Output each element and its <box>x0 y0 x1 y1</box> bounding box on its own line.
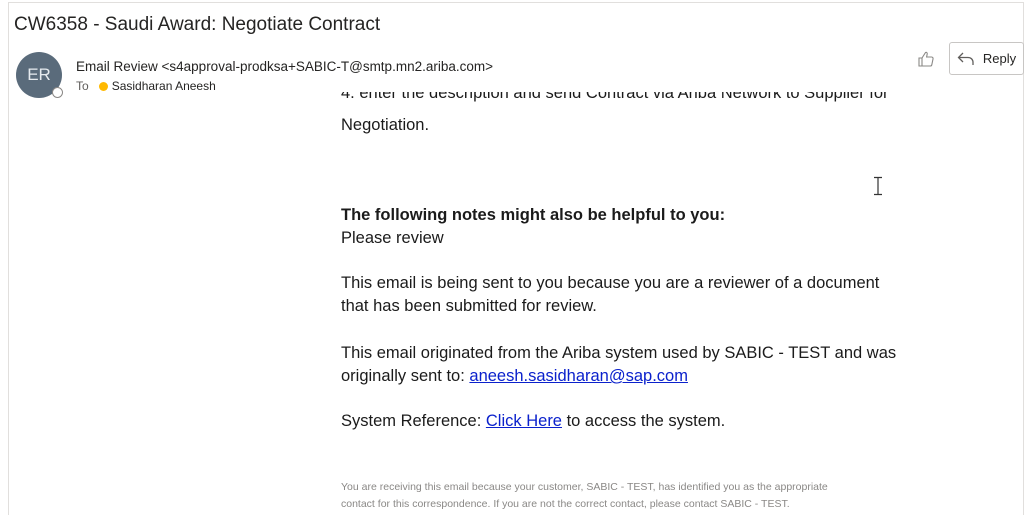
reply-button[interactable]: Reply <box>949 42 1024 75</box>
cut-line-text: 4. enter the description and send Contra… <box>341 92 889 102</box>
reply-arrow-icon <box>957 52 974 65</box>
email-footer: You are receiving this email because you… <box>341 479 828 513</box>
click-here-link[interactable]: Click Here <box>486 412 562 430</box>
notes-heading: The following notes might also be helpfu… <box>341 206 726 224</box>
origin-line-2: originally sent to: aneesh.sasidharan@sa… <box>341 365 688 387</box>
reviewer-line-1: This email is being sent to you because … <box>341 274 880 292</box>
avatar-initials: ER <box>27 65 51 84</box>
please-review-text: Please review <box>341 229 444 247</box>
system-reference-line: System Reference: Click Here to access t… <box>341 410 725 432</box>
email-subject: CW6358 - Saudi Award: Negotiate Contract <box>14 14 381 35</box>
origin-line-1: This email originated from the Ariba sys… <box>341 344 897 362</box>
sysref-prefix: System Reference: <box>341 412 486 430</box>
origin-email-link[interactable]: aneesh.sasidharan@sap.com <box>469 367 688 385</box>
to-label: To <box>76 79 89 93</box>
text-cursor-icon <box>872 176 884 201</box>
reviewer-line-2: that has been submitted for review. <box>341 297 597 315</box>
away-status-icon <box>98 81 108 91</box>
recipient-name[interactable]: Sasidharan Aneesh <box>112 79 216 93</box>
footer-line-2: contact for this correspondence. If you … <box>341 498 790 510</box>
like-button[interactable] <box>913 46 939 72</box>
reply-label: Reply <box>982 51 1017 66</box>
partially-scrolled-line: 4. enter the description and send Contra… <box>341 92 981 106</box>
thumbs-up-icon <box>918 51 934 67</box>
footer-line-1: You are receiving this email because you… <box>341 481 828 493</box>
presence-indicator <box>52 87 63 98</box>
sysref-suffix: to access the system. <box>562 412 726 430</box>
negotiation-line: Negotiation. <box>341 116 430 134</box>
origin-prefix: originally sent to: <box>341 367 470 385</box>
sender-line[interactable]: Email Review <s4approval-prodksa+SABIC-T… <box>76 59 493 74</box>
recipient-line: To Sasidharan Aneesh <box>76 79 216 93</box>
